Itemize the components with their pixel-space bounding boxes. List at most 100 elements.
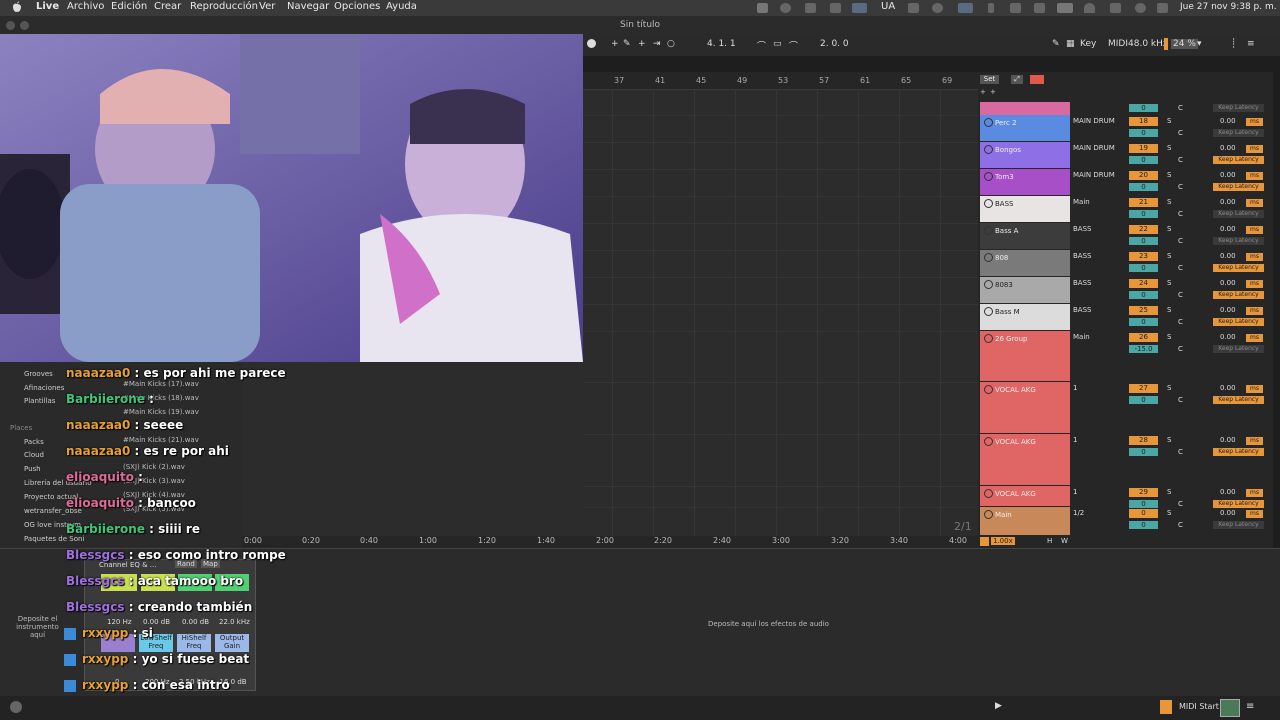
track-send-value[interactable]: 0 (1129, 129, 1158, 137)
track-activator[interactable]: 24 (1129, 279, 1158, 288)
track-fold-icon[interactable] (984, 307, 993, 316)
track-volume[interactable]: 0.00 (1220, 279, 1236, 287)
camera-icon[interactable] (908, 3, 919, 13)
keep-latency-button[interactable]: Keep Latency (1213, 237, 1264, 245)
menu-archivo[interactable]: Archivo (67, 1, 104, 12)
solo-button[interactable]: S (1167, 488, 1171, 496)
pan-knob[interactable]: C (1178, 237, 1183, 245)
track-send-value[interactable]: 0 (1129, 318, 1158, 326)
midi-device-icon[interactable] (1220, 699, 1240, 717)
add-icon[interactable]: + (611, 39, 619, 49)
track-header[interactable]: 8083 (980, 277, 1070, 303)
close-window-button[interactable] (6, 21, 15, 30)
track-output-select[interactable]: BASS (1073, 225, 1091, 233)
track-send-value[interactable]: 0 (1129, 104, 1158, 112)
track-send-value[interactable]: 0 (1129, 210, 1158, 218)
track-volume[interactable]: 0.00 (1220, 488, 1236, 496)
freq-2-value[interactable]: 22.0 kHz (219, 618, 250, 626)
menu-edicion[interactable]: Edición (111, 1, 147, 12)
pan-knob[interactable]: C (1178, 500, 1183, 508)
expand-icon[interactable]: ⤢ (1011, 75, 1023, 84)
track-header[interactable]: Perc 2 (980, 115, 1070, 141)
solo-button[interactable]: S (1167, 509, 1171, 517)
place-item[interactable]: Cloud (24, 451, 44, 459)
pan-knob[interactable]: C (1178, 291, 1183, 299)
draw-mode-icon[interactable]: ✎ (1052, 39, 1060, 49)
track-send-value[interactable]: 0 (1129, 448, 1158, 456)
song-position[interactable]: 4. 1. 1 (707, 39, 736, 49)
siri-icon[interactable] (1157, 3, 1168, 13)
solo-button[interactable]: S (1167, 117, 1171, 125)
follow-icon[interactable] (980, 537, 989, 546)
input-language[interactable]: UA (881, 1, 895, 12)
track-volume[interactable]: 0.00 (1220, 144, 1236, 152)
lock-icon[interactable] (1030, 75, 1044, 84)
track-output-select[interactable]: 1 (1073, 488, 1077, 496)
solo-button[interactable]: S (1167, 198, 1171, 206)
place-item[interactable]: Paquetes de Soni (24, 535, 84, 543)
track-send-value[interactable]: -15.0 (1129, 345, 1158, 353)
pan-knob[interactable]: C (1178, 264, 1183, 272)
file-item[interactable]: #Main Kicks (21).wav (123, 436, 199, 444)
screen-mirror-icon[interactable] (852, 3, 867, 13)
bluetooth-icon[interactable] (988, 3, 994, 13)
device-view[interactable]: Deposite el instrumento aquí Deposite aq… (0, 548, 1280, 697)
track-fold-icon[interactable] (984, 145, 993, 154)
add-track-icon[interactable]: + (990, 88, 996, 96)
solo-button[interactable]: S (1167, 252, 1171, 260)
track-fold-icon[interactable] (984, 385, 993, 394)
track-send-value[interactable]: 0 (1129, 500, 1158, 508)
menu-navegar[interactable]: Navegar (287, 1, 329, 12)
keep-latency-button[interactable]: Keep Latency (1213, 129, 1264, 137)
track-send-value[interactable]: 0 (1129, 237, 1158, 245)
track-output-select[interactable]: MAIN DRUM (1073, 144, 1115, 152)
solo-button[interactable]: S (1167, 279, 1171, 287)
track-fold-icon[interactable] (984, 118, 993, 127)
midi-map-button[interactable]: MIDI (1108, 39, 1128, 49)
hishelf-freq-button[interactable]: HiShelf Freq (177, 634, 211, 652)
nudge-icon[interactable]: ⇥ (653, 39, 661, 49)
track-header-top[interactable] (980, 102, 1070, 115)
automation-arm-icon[interactable]: ⌒ (757, 39, 766, 52)
track-header[interactable]: Bongos (980, 142, 1070, 168)
track-pan-c[interactable]: C (1178, 104, 1183, 112)
track-header[interactable]: 808 (980, 250, 1070, 276)
track-header[interactable]: 26 Group (980, 331, 1070, 381)
key-map-button[interactable]: Key (1080, 39, 1096, 49)
time-ruler[interactable]: 0:00 0:20 0:40 1:00 1:20 1:40 2:00 2:20 … (242, 536, 978, 548)
bar-ruler[interactable]: 37 41 45 49 53 57 61 65 69 (583, 72, 978, 90)
cpu-dropdown-icon[interactable]: ▾ (1197, 39, 1202, 49)
menu-app-live[interactable]: Live (36, 1, 59, 12)
track-send-value[interactable]: 0 (1129, 183, 1158, 191)
keep-latency-button[interactable]: Keep Latency (1213, 291, 1264, 299)
keep-latency-button[interactable]: Keep Latency (1213, 210, 1264, 218)
track-volume[interactable]: 0.00 (1220, 225, 1236, 233)
track-volume[interactable]: 0.00 (1220, 384, 1236, 392)
pan-knob[interactable]: C (1178, 521, 1183, 529)
status-bolt-icon[interactable] (830, 3, 841, 13)
metronome-icon[interactable]: ○ (667, 39, 675, 49)
track-output-select[interactable]: Main (1073, 333, 1090, 341)
info-icon[interactable] (10, 701, 22, 713)
gain-2-value[interactable]: 0.00 dB (182, 618, 209, 626)
menu-clock[interactable]: Jue 27 nov 9:38 p. m. (1180, 2, 1277, 12)
track-activator[interactable]: 23 (1129, 252, 1158, 261)
volume-icon[interactable] (1034, 3, 1045, 13)
menu-reproduccion[interactable]: Reproducción (190, 1, 258, 12)
grid-icon[interactable]: ▦ (1066, 39, 1075, 49)
pan-knob[interactable]: C (1178, 210, 1183, 218)
track-fold-icon[interactable] (984, 172, 993, 181)
menu-ayuda[interactable]: Ayuda (386, 1, 417, 12)
track-output-select[interactable]: MAIN DRUM (1073, 171, 1115, 179)
display-icon[interactable] (958, 3, 973, 13)
track-send-value[interactable]: 0 (1129, 264, 1158, 272)
track-volume[interactable]: 0.00 (1220, 306, 1236, 314)
zoom-level[interactable]: 1.00x (991, 537, 1015, 545)
keep-latency-button[interactable]: Keep Latency (1213, 156, 1264, 164)
track-header[interactable]: Bass M (980, 304, 1070, 330)
track-send-value[interactable]: 0 (1129, 156, 1158, 164)
track-activator[interactable]: 28 (1129, 436, 1158, 445)
track-header[interactable]: VOCAL AKG (980, 382, 1070, 433)
browser-category[interactable]: Grooves (24, 370, 53, 378)
track-output-select[interactable]: BASS (1073, 279, 1091, 287)
